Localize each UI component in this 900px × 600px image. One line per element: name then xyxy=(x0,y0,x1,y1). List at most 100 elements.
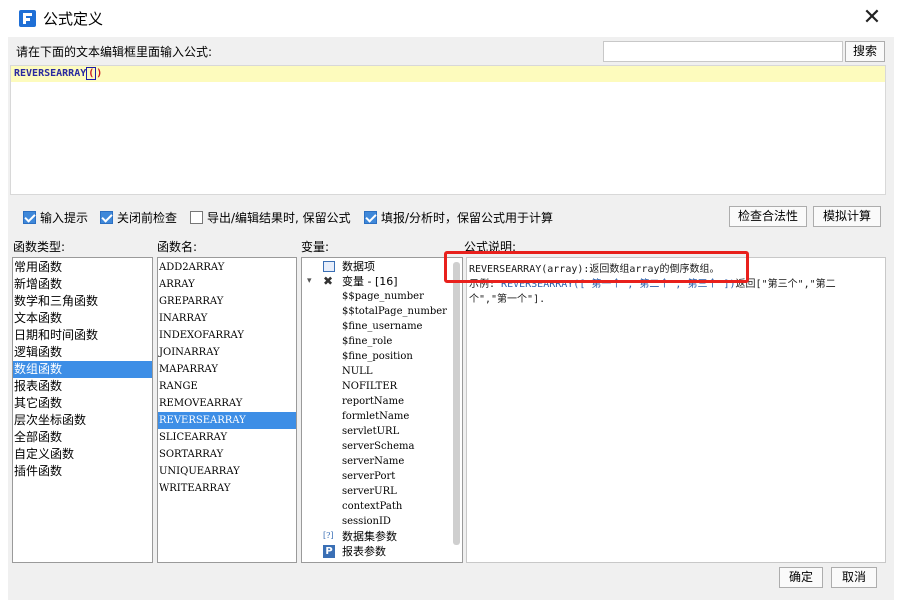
variable-items: $$page_number $$totalPage_number $fine_use… xyxy=(302,289,452,529)
variable-item-label: contextPath xyxy=(342,501,403,512)
variable-item-label: serverName xyxy=(342,456,405,467)
function-item[interactable]: REVERSEARRAY xyxy=(158,412,296,429)
simulate-button[interactable]: 模拟计算 xyxy=(813,206,881,227)
variable-item[interactable]: $fine_username xyxy=(302,319,452,334)
category-item[interactable]: 其它函数 xyxy=(13,395,152,412)
variable-item[interactable]: NULL xyxy=(302,364,452,379)
report-param-icon: P xyxy=(323,545,335,558)
close-icon[interactable]: ✕ xyxy=(858,4,886,32)
category-item[interactable]: 常用函数 xyxy=(13,259,152,276)
tree-node-dataset-params[interactable]: [?] 数据集参数 xyxy=(302,529,452,544)
tree-label-report-params: 报表参数 xyxy=(342,545,386,558)
tree-node-data-items[interactable]: 数据项 xyxy=(302,259,452,274)
category-item[interactable]: 数学和三角函数 xyxy=(13,293,152,310)
input-hint-option[interactable]: 输入提示 xyxy=(23,208,88,226)
function-item[interactable]: ADD2ARRAY xyxy=(158,259,296,276)
tree-label-dataset-params: 数据集参数 xyxy=(342,530,397,543)
title-bar xyxy=(0,0,900,37)
function-item[interactable]: SORTARRAY xyxy=(158,446,296,463)
function-item[interactable]: REMOVEARRAY xyxy=(158,395,296,412)
variable-item[interactable]: formletName xyxy=(302,409,452,424)
variable-item[interactable]: servletURL xyxy=(302,424,452,439)
function-list[interactable]: ADD2ARRAY ARRAY GREPARRAY INARRAY INDEXOFARR… xyxy=(157,257,297,563)
category-item[interactable]: 数组函数 xyxy=(13,361,152,378)
variable-tree-scrollbar[interactable] xyxy=(453,262,460,545)
function-item[interactable]: INDEXOFARRAY xyxy=(158,327,296,344)
variable-tree[interactable]: 数据项 ▾ ✖ 变量 - [16] $$page_number $$totalPa… xyxy=(301,257,463,563)
category-item[interactable]: 日期和时间函数 xyxy=(13,327,152,344)
app-logo-icon xyxy=(19,10,36,27)
formula-close-paren: ) xyxy=(96,68,103,79)
category-item[interactable]: 全部函数 xyxy=(13,429,152,446)
keep-formula-export-option[interactable]: 导出/编辑结果时, 保留公式 xyxy=(190,208,351,226)
category-item[interactable]: 文本函数 xyxy=(13,310,152,327)
variable-item-label: serverURL xyxy=(342,486,397,497)
keep-formula-export-checkbox[interactable] xyxy=(190,210,203,224)
variable-item[interactable]: sessionID xyxy=(302,514,452,529)
tree-node-variables[interactable]: ▾ ✖ 变量 - [16] xyxy=(302,274,452,289)
function-item[interactable]: INARRAY xyxy=(158,310,296,327)
variable-item[interactable]: $$totalPage_number xyxy=(302,304,452,319)
keep-formula-fill-checkbox[interactable] xyxy=(364,210,377,224)
category-item[interactable]: 层次坐标函数 xyxy=(13,412,152,429)
category-item[interactable]: 新增函数 xyxy=(13,276,152,293)
function-item[interactable]: SLICEARRAY xyxy=(158,429,296,446)
formula-editor[interactable] xyxy=(10,65,886,195)
category-item[interactable]: 逻辑函数 xyxy=(13,344,152,361)
check-validity-button[interactable]: 检查合法性 xyxy=(729,206,807,227)
variable-icon: ✖ xyxy=(323,274,334,288)
check-before-close-checkbox[interactable] xyxy=(100,210,113,224)
tree-node-report-params[interactable]: P 报表参数 xyxy=(302,544,452,559)
formula-open-paren: ( xyxy=(86,67,97,80)
formula-text: REVERSEARRAY() xyxy=(14,66,102,82)
function-item[interactable]: UNIQUEARRAY xyxy=(158,463,296,480)
variable-item[interactable]: $fine_position xyxy=(302,349,452,364)
function-item[interactable]: GREPARRAY xyxy=(158,293,296,310)
function-item[interactable]: ARRAY xyxy=(158,276,296,293)
input-hint-checkbox[interactable] xyxy=(23,210,36,224)
keep-formula-fill-option[interactable]: 填报/分析时，保留公式用于计算 xyxy=(364,208,553,226)
chevron-down-icon[interactable]: ▾ xyxy=(307,274,312,289)
dataset-param-icon: [?] xyxy=(323,531,334,540)
variable-item-label: NOFILTER xyxy=(342,381,398,392)
function-item[interactable]: WRITEARRAY xyxy=(158,480,296,497)
variable-item[interactable]: contextPath xyxy=(302,499,452,514)
variable-item[interactable]: serverURL xyxy=(302,484,452,499)
category-list[interactable]: 常用函数 新增函数 数学和三角函数 文本函数 日期和时间函数 逻辑函数 数组函数 报表函数 其它… xyxy=(12,257,153,563)
editor-prompt: 请在下面的文本编辑框里面输入公式: xyxy=(16,45,213,59)
variable-item[interactable]: $fine_role xyxy=(302,334,452,349)
variable-item[interactable]: reportName xyxy=(302,394,452,409)
window-title: 公式定义 xyxy=(43,10,104,28)
function-item[interactable]: MAPARRAY xyxy=(158,361,296,378)
function-item[interactable]: RANGE xyxy=(158,378,296,395)
variable-item[interactable]: NOFILTER xyxy=(302,379,452,394)
functions-label: 函数名: xyxy=(157,240,198,254)
variable-item[interactable]: serverPort xyxy=(302,469,452,484)
ok-button[interactable]: 确定 xyxy=(779,567,823,588)
category-item[interactable]: 报表函数 xyxy=(13,378,152,395)
input-hint-label: 输入提示 xyxy=(40,210,89,225)
cancel-button[interactable]: 取消 xyxy=(831,567,877,588)
tree-label-data-items: 数据项 xyxy=(342,260,375,273)
description-panel: REVERSEARRAY(array):返回数组array的倒序数组。 示例: … xyxy=(466,257,886,563)
variable-item-label: $fine_position xyxy=(342,351,413,362)
variable-item-label: NULL xyxy=(342,366,373,377)
category-item[interactable]: 自定义函数 xyxy=(13,446,152,463)
variable-item-label: serverPort xyxy=(342,471,396,482)
variable-item[interactable]: serverName xyxy=(302,454,452,469)
variable-item[interactable]: serverSchema xyxy=(302,439,452,454)
check-before-close-option[interactable]: 关闭前检查 xyxy=(100,208,177,226)
search-input[interactable] xyxy=(603,41,843,62)
variable-item-label: $fine_username xyxy=(342,321,423,332)
tree-label-variables: 变量 - [16] xyxy=(342,275,398,288)
variable-item[interactable]: $$page_number xyxy=(302,289,452,304)
variable-item-label: $$page_number xyxy=(342,291,424,302)
function-item[interactable]: JOINARRAY xyxy=(158,344,296,361)
variable-item-label: $fine_role xyxy=(342,336,393,347)
variables-label: 变量: xyxy=(301,240,330,254)
search-button[interactable]: 搜索 xyxy=(845,41,885,62)
variable-item-label: reportName xyxy=(342,396,405,407)
variable-item-label: sessionID xyxy=(342,516,391,527)
category-item[interactable]: 插件函数 xyxy=(13,463,152,480)
table-icon xyxy=(323,261,335,272)
